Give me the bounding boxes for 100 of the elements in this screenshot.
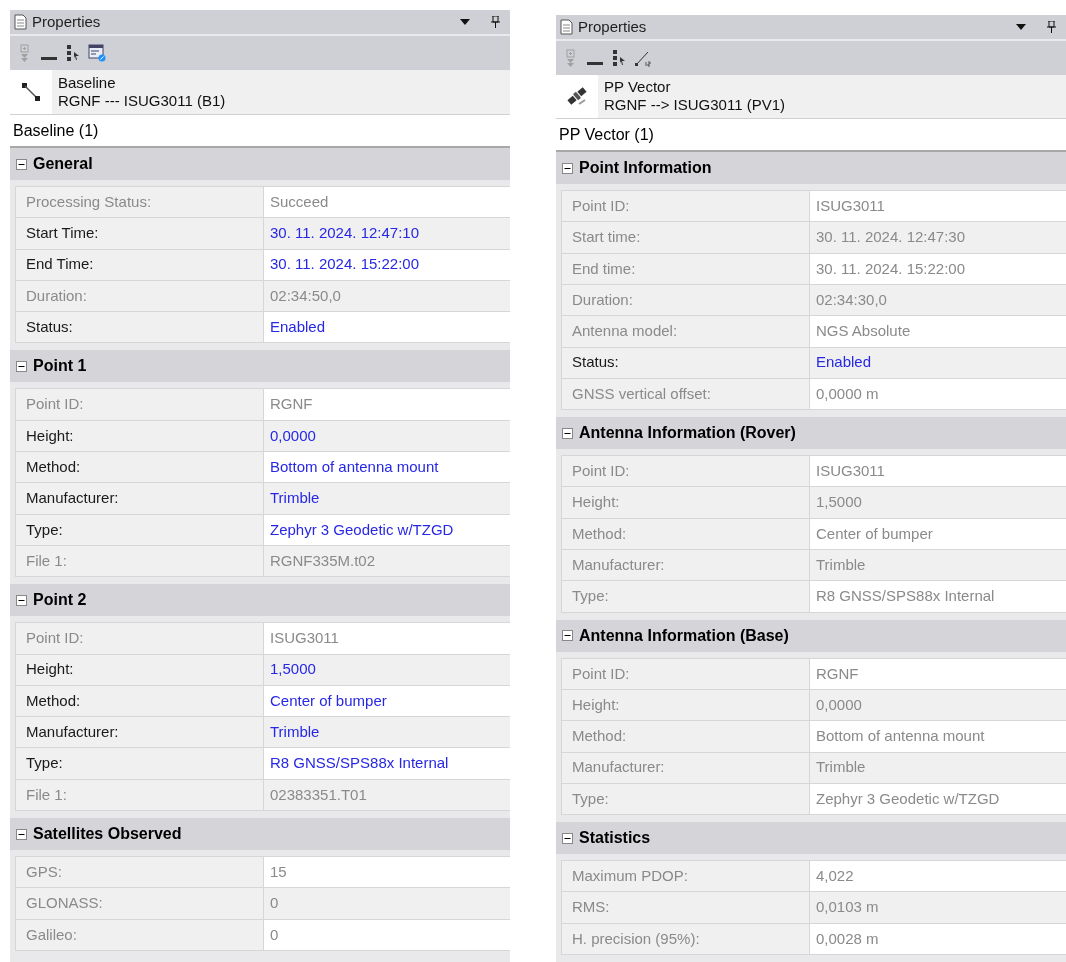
property-label: Height: <box>16 654 264 685</box>
collapse-toggle-icon[interactable] <box>562 162 573 174</box>
property-label: Type: <box>562 581 810 612</box>
property-value[interactable]: Enabled <box>264 312 510 343</box>
collapse-toggle-icon[interactable] <box>16 158 27 170</box>
property-value: 15 <box>264 857 510 888</box>
property-label: Duration: <box>16 280 264 312</box>
property-value: RGNF <box>264 389 510 420</box>
document-icon <box>14 14 27 30</box>
property-value: 0 <box>264 919 510 950</box>
document-icon <box>560 18 573 35</box>
property-value: 0,0028 m <box>810 923 1066 954</box>
section-header[interactable]: Satellites Observed <box>10 818 510 851</box>
collapse-toggle-icon[interactable] <box>16 594 27 606</box>
collapse-toggle-icon[interactable] <box>562 832 573 844</box>
object-name: Baseline <box>58 74 117 92</box>
property-label: Type: <box>562 783 810 815</box>
section-title: Statistics <box>579 828 651 849</box>
property-value[interactable]: Trimble <box>264 717 510 748</box>
property-label: RMS: <box>562 892 810 923</box>
property-value: 02383351.T01 <box>264 779 510 811</box>
property-value: 0,0000 <box>810 689 1066 721</box>
property-label: Status: <box>562 347 810 378</box>
property-value: ISUG3011 <box>810 456 1066 487</box>
property-label: GPS: <box>16 857 264 888</box>
property-value[interactable]: Center of bumper <box>264 685 510 717</box>
property-label: Method: <box>16 452 264 483</box>
property-label: Height: <box>562 487 810 518</box>
property-label: Manufacturer: <box>16 483 264 514</box>
pin-icon[interactable] <box>491 16 500 28</box>
property-value[interactable]: Trimble <box>264 483 510 514</box>
property-label: Manufacturer: <box>562 550 810 581</box>
property-value: ISUG3011 <box>264 623 510 654</box>
edit-window-icon[interactable] <box>88 44 106 62</box>
property-value: 0,0000 m <box>810 378 1066 410</box>
property-label: Method: <box>16 685 264 717</box>
collapse-toggle-icon[interactable] <box>16 361 27 372</box>
property-label: Height: <box>16 420 264 452</box>
object-selector[interactable]: Baseline (1) <box>10 115 510 148</box>
property-value: ISUG3011 <box>810 191 1066 222</box>
object-selector[interactable]: PP Vector (1) <box>556 119 1066 153</box>
collapse-toggle-icon[interactable] <box>562 630 573 642</box>
section-title: Point 2 <box>33 590 87 611</box>
section-header[interactable]: General <box>10 148 510 180</box>
collapse-toggle-icon[interactable] <box>562 427 573 439</box>
property-value[interactable]: Bottom of antenna mount <box>264 452 510 483</box>
collapse-toggle-icon[interactable] <box>16 828 27 840</box>
pin-icon[interactable] <box>1047 20 1056 33</box>
property-value: 1,5000 <box>810 487 1066 518</box>
property-label: Type: <box>16 748 264 779</box>
property-value: Center of bumper <box>810 518 1066 550</box>
property-label: File 1: <box>16 545 264 577</box>
property-label: Galileo: <box>16 919 264 950</box>
property-label: Height: <box>562 689 810 721</box>
property-value: 02:34:30,0 <box>810 284 1066 316</box>
property-label: Point ID: <box>16 623 264 654</box>
property-label: File 1: <box>16 779 264 811</box>
section-header[interactable]: Point 2 <box>10 584 510 617</box>
section-header[interactable]: Statistics <box>556 822 1066 855</box>
property-value: 0 <box>264 888 510 919</box>
property-value[interactable]: Enabled <box>810 347 1066 378</box>
property-value: RGNF335M.t02 <box>264 545 510 577</box>
panel-title: Properties <box>578 16 648 37</box>
property-label: Method: <box>562 518 810 550</box>
section-header[interactable]: Antenna Information (Rover) <box>556 417 1066 450</box>
property-label: Processing Status: <box>16 187 264 218</box>
property-value[interactable]: Zephyr 3 Geodetic w/TZGD <box>264 514 510 545</box>
property-value: Trimble <box>810 550 1066 581</box>
property-label: Type: <box>16 514 264 545</box>
property-value: 30. 11. 2024. 15:22:00 <box>810 253 1066 284</box>
section-header[interactable]: Point Information <box>556 152 1066 185</box>
property-value[interactable]: 0,0000 <box>264 420 510 452</box>
property-value: 02:34:50,0 <box>264 280 510 312</box>
property-value[interactable]: 1,5000 <box>264 654 510 685</box>
dropdown-icon[interactable] <box>460 19 470 25</box>
property-label: Start time: <box>562 222 810 253</box>
property-value: Trimble <box>810 752 1066 783</box>
section-title: Satellites Observed <box>33 824 182 845</box>
panel-title: Properties <box>32 11 102 32</box>
property-label: Maximum PDOP: <box>562 861 810 892</box>
property-value[interactable]: R8 GNSS/SPS88x Internal <box>264 748 510 779</box>
property-label: Point ID: <box>562 658 810 689</box>
section-title: Antenna Information (Base) <box>579 625 789 646</box>
property-value[interactable]: 30. 11. 2024. 12:47:10 <box>264 218 510 249</box>
baseline-icon <box>21 81 41 103</box>
property-value[interactable]: 30. 11. 2024. 15:22:00 <box>264 249 510 280</box>
property-value: 4,022 <box>810 861 1066 892</box>
property-label: Antenna model: <box>562 316 810 347</box>
property-value: R8 GNSS/SPS88x Internal <box>810 581 1066 612</box>
property-value: RGNF <box>810 658 1066 689</box>
section-header[interactable]: Point 1 <box>10 350 510 383</box>
dropdown-icon[interactable] <box>1016 23 1026 30</box>
property-label: Manufacturer: <box>16 717 264 748</box>
property-label: Start Time: <box>16 218 264 249</box>
property-label: H. precision (95%): <box>562 923 810 954</box>
section-title: General <box>33 154 93 174</box>
section-title: Point 1 <box>33 356 87 377</box>
property-label: Manufacturer: <box>562 752 810 783</box>
property-label: GNSS vertical offset: <box>562 378 810 410</box>
section-header[interactable]: Antenna Information (Base) <box>556 619 1066 652</box>
